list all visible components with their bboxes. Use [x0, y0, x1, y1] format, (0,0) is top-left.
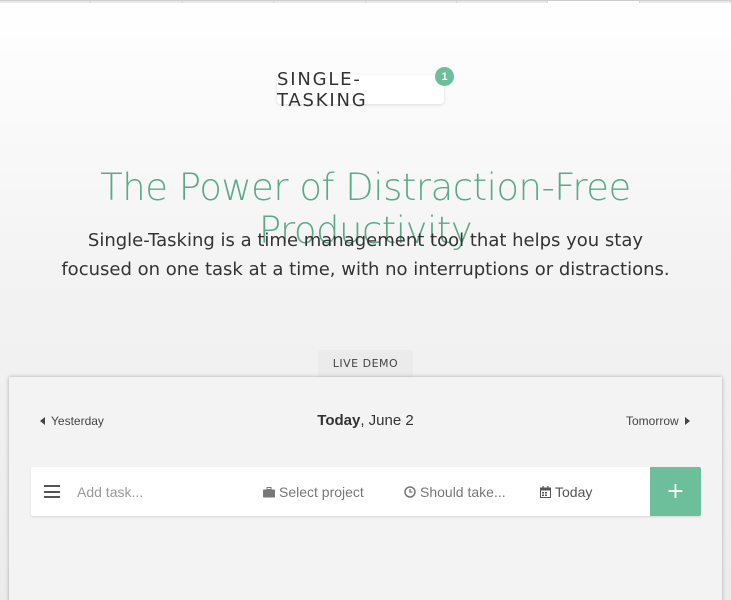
select-project-label: Select project [279, 484, 364, 500]
calendar-icon [540, 486, 551, 498]
plus-icon: + [666, 479, 685, 504]
tab-segment [639, 1, 731, 3]
current-day-heading: Today, June 2 [0, 412, 731, 429]
next-day-link[interactable]: Tomorrow [626, 414, 690, 428]
hero-subtitle: Single-Tasking is a time management tool… [61, 230, 670, 280]
tab-segment [182, 1, 275, 3]
tab-segment [365, 1, 457, 3]
duration-label: Should take... [420, 484, 506, 500]
logo-text: SINGLE-TASKING [277, 68, 368, 111]
hamburger-menu-icon[interactable] [44, 485, 60, 498]
tab-segment [0, 1, 92, 3]
date-label: Today [555, 484, 593, 500]
clock-icon [404, 486, 416, 498]
tab-segment-active [548, 1, 640, 3]
logo[interactable]: SINGLE-TASKING [277, 69, 444, 111]
briefcase-icon [263, 486, 275, 497]
tab-segment [274, 1, 366, 3]
browser-tab-strip [0, 0, 731, 3]
notification-badge: 1 [435, 67, 454, 86]
duration-dropdown[interactable]: Should take... [404, 484, 506, 500]
next-day-label: Tomorrow [626, 414, 679, 428]
select-project-dropdown[interactable]: Select project [263, 484, 364, 500]
current-day-date: , June 2 [360, 412, 414, 429]
tab-segment [456, 1, 549, 3]
current-day-name: Today [317, 412, 361, 429]
add-task-input[interactable] [77, 482, 242, 502]
live-demo-tab: LIVE DEMO [318, 350, 413, 377]
caret-right-icon [684, 417, 690, 425]
tab-segment [91, 1, 183, 3]
add-task-button[interactable]: + [650, 467, 701, 516]
date-picker[interactable]: Today [540, 484, 592, 500]
